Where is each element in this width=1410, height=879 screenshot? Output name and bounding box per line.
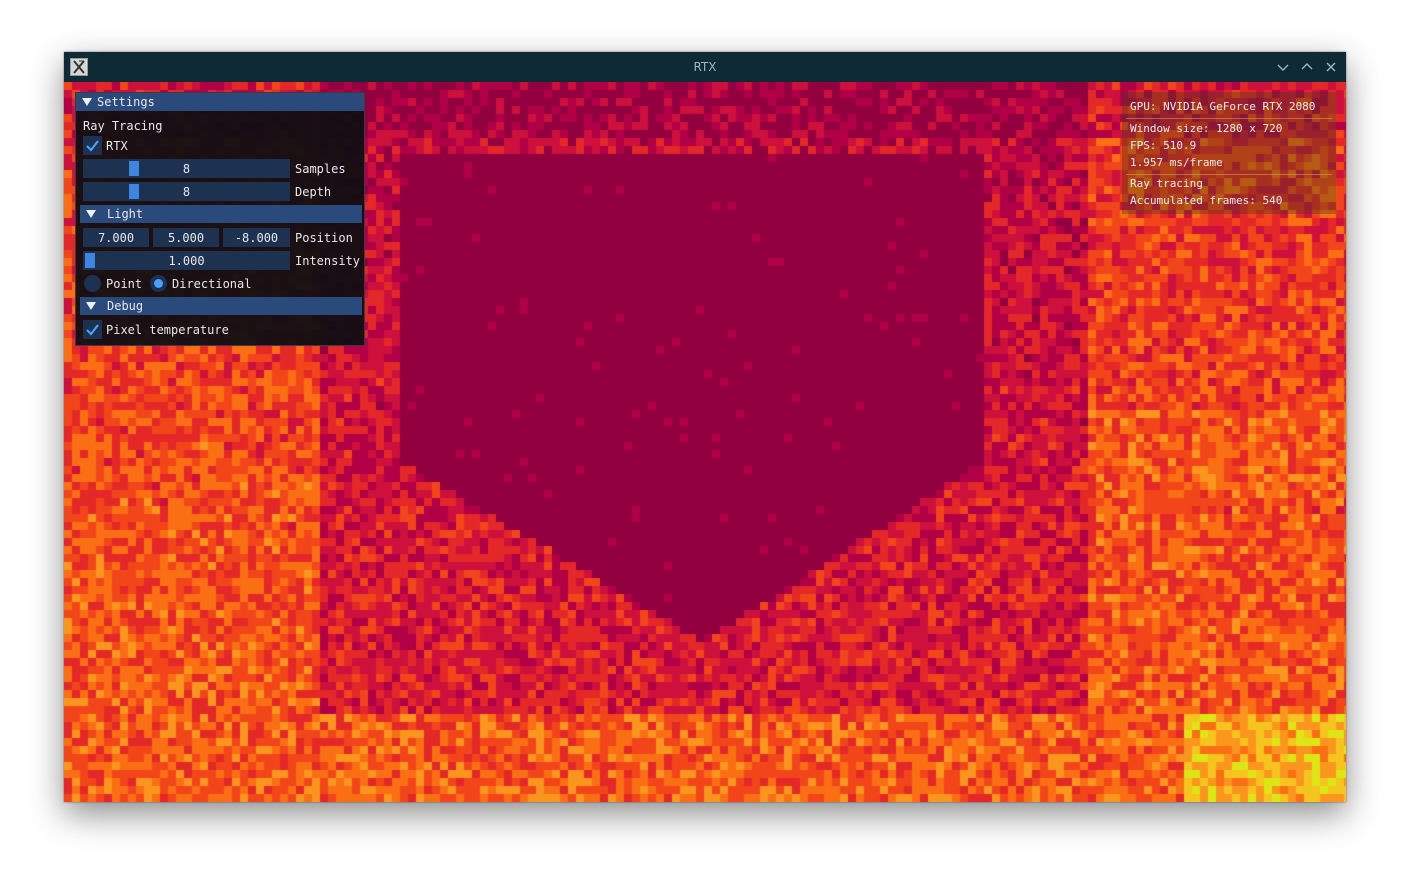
position-z-field[interactable]: -8.000 [223, 228, 290, 247]
samples-label: Samples [295, 162, 346, 176]
window-size-text: Window size: 1280 x 720 [1130, 122, 1283, 135]
checkmark-icon [86, 140, 99, 152]
app-window: RTX Settings Ray Tracing RTX 8 Samples 8… [64, 52, 1346, 802]
rtx-checkbox[interactable] [83, 136, 102, 155]
intensity-slider[interactable]: 1.000 [83, 251, 290, 270]
rtx-label: RTX [106, 139, 128, 153]
intensity-value: 1.000 [168, 254, 205, 268]
title-bar[interactable]: RTX [64, 52, 1346, 82]
frame-time-text: 1.957 ms/frame [1130, 156, 1223, 169]
gpu-text: GPU: NVIDIA GeForce RTX 2080 [1130, 100, 1316, 113]
point-radio[interactable] [84, 275, 101, 292]
light-section-header[interactable]: Light [80, 205, 362, 223]
intensity-label: Intensity [295, 254, 361, 268]
checkmark-icon [86, 324, 99, 336]
collapse-triangle-icon [82, 98, 92, 106]
ray-tracing-heading: Ray Tracing [83, 119, 163, 133]
debug-section-title: Debug [107, 299, 144, 313]
stats-overlay: GPU: NVIDIA GeForce RTX 2080 Window size… [1122, 92, 1336, 214]
settings-panel[interactable]: Settings Ray Tracing RTX 8 Samples 8 Dep… [75, 92, 365, 346]
position-y-value: 5.000 [167, 231, 205, 245]
close-button[interactable] [1323, 59, 1339, 75]
collapse-triangle-icon [86, 210, 96, 218]
pixel-temperature-label: Pixel temperature [106, 323, 229, 337]
depth-label: Depth [295, 185, 332, 199]
position-z-value: -8.000 [234, 231, 279, 245]
position-y-field[interactable]: 5.000 [153, 228, 219, 247]
depth-value: 8 [182, 185, 191, 199]
pixel-temperature-checkbox[interactable] [83, 320, 102, 339]
render-viewport[interactable]: Settings Ray Tracing RTX 8 Samples 8 Dep… [64, 82, 1346, 802]
separator [1126, 174, 1332, 175]
separator [1126, 118, 1332, 119]
point-label: Point [106, 277, 143, 291]
samples-value: 8 [182, 162, 191, 176]
samples-slider[interactable]: 8 [83, 159, 290, 178]
position-label: Position [295, 231, 353, 245]
position-x-field[interactable]: 7.000 [83, 228, 149, 247]
directional-radio[interactable] [150, 275, 167, 292]
settings-title: Settings [97, 95, 155, 109]
depth-slider[interactable]: 8 [83, 182, 290, 201]
minimize-button[interactable] [1275, 59, 1291, 75]
window-title: RTX [693, 60, 717, 74]
debug-section-header[interactable]: Debug [80, 297, 362, 315]
close-icon [1326, 62, 1336, 72]
maximize-button[interactable] [1299, 59, 1315, 75]
directional-label: Directional [172, 277, 252, 291]
accumulated-frames-text: Accumulated frames: 540 [1130, 194, 1283, 207]
render-mode-text: Ray tracing [1130, 177, 1203, 190]
chevron-up-icon [1301, 63, 1313, 70]
settings-panel-header[interactable]: Settings [76, 93, 364, 111]
chevron-down-icon [1277, 64, 1289, 71]
fps-text: FPS: 510.9 [1130, 139, 1197, 152]
position-x-value: 7.000 [97, 231, 135, 245]
light-section-title: Light [107, 207, 144, 221]
collapse-triangle-icon [86, 302, 96, 310]
